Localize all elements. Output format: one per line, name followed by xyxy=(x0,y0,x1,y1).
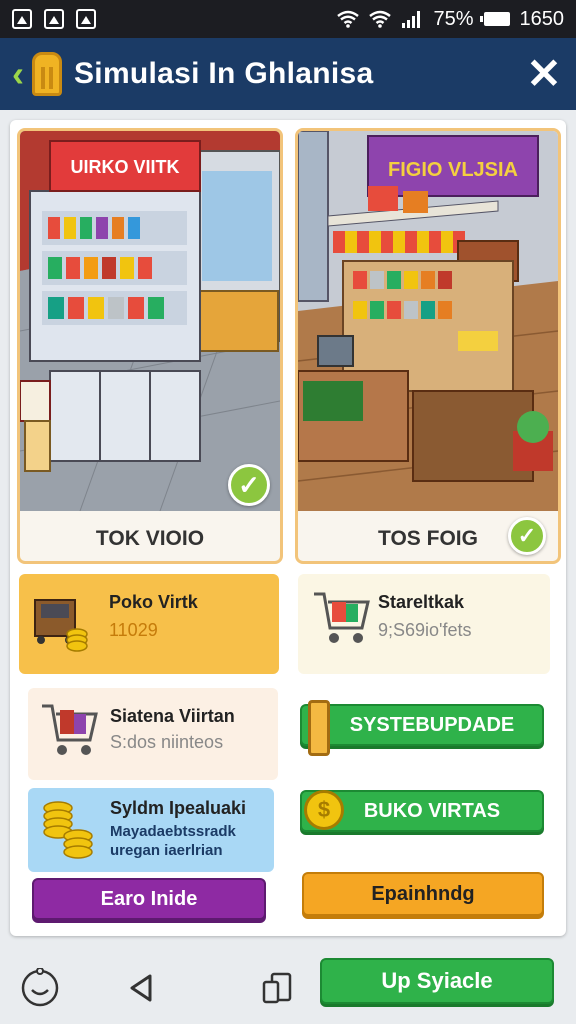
shopping-cart-icon xyxy=(314,592,370,643)
tile-poko-value: 11029 xyxy=(109,620,158,640)
close-icon[interactable]: ✕ xyxy=(524,53,564,95)
store-label-left: TOK VIOIO xyxy=(95,527,205,550)
check-icon: ✓ xyxy=(228,464,270,506)
signal-icon xyxy=(402,11,421,28)
page-title: Simulasi In Ghlanisa xyxy=(74,57,374,90)
epainhndg-label: Epainhndg xyxy=(371,882,475,905)
tile-sylom-subtitle: Mayadaebtssradk uregan iaerlrian xyxy=(110,823,236,859)
store-card-right[interactable]: FIGIO VLJSIA ✓ TOS FOIG xyxy=(295,128,561,564)
up-syiacle-button[interactable]: Up Syiacle xyxy=(320,958,554,1004)
image-icon xyxy=(44,9,64,29)
store-label-right: TOS FOIG xyxy=(378,527,478,550)
tile-starel-title: Stareltkak xyxy=(378,592,465,612)
system-nav-bar: Up Syiacle xyxy=(0,946,576,1024)
back-icon[interactable]: ‹ xyxy=(12,53,32,95)
epainhndg-button[interactable]: Epainhndg xyxy=(302,872,544,916)
store-scene-left: UIRKO VIITK xyxy=(20,131,280,511)
main-panel: UIRKO VIITK ✓ TOK VIOIO FIGIO VLJSIA ✓ T… xyxy=(10,120,566,936)
buko-virtas-label: BUKO VIRTAS xyxy=(363,799,501,822)
image-icon xyxy=(12,9,32,29)
tile-starel[interactable]: Stareltkak 9;S69io'fets xyxy=(298,574,550,674)
battery-icon xyxy=(308,700,330,756)
earo-inide-button[interactable]: Earo Inide xyxy=(32,878,266,920)
clock: 1650 xyxy=(519,7,565,30)
back-nav-icon[interactable] xyxy=(122,968,162,1008)
store-sign-left: UIRKO VIITK xyxy=(70,157,179,177)
tile-siatena-value: S:dos niinteos xyxy=(110,732,224,752)
battery-icon xyxy=(479,12,510,26)
store-sign-right: FIGIO VLJSIA xyxy=(388,159,518,181)
recent-apps-icon[interactable] xyxy=(258,968,298,1008)
store-card-left[interactable]: UIRKO VIITK ✓ TOK VIOIO xyxy=(17,128,283,564)
system-update-label: SYSTEBUPDADE xyxy=(349,713,515,736)
tile-siatena[interactable]: Siatena Viirtan S:dos niinteos xyxy=(28,688,278,780)
register-icon xyxy=(34,599,88,652)
store-scene-right: FIGIO VLJSIA xyxy=(298,131,558,511)
tile-sylom-title: Syldm Ipealuaki xyxy=(110,798,247,818)
earo-inide-label: Earo Inide xyxy=(100,887,198,910)
trash-can-icon xyxy=(32,52,62,96)
status-bar: 75% 1650 xyxy=(0,0,576,38)
coins-icon xyxy=(43,801,93,859)
app-header: ‹ Simulasi In Ghlanisa ✕ xyxy=(0,38,576,110)
tile-poko[interactable]: Poko Virtk 11029 xyxy=(19,574,279,674)
tile-starel-value: 9;S69io'fets xyxy=(378,620,472,640)
wifi-icon xyxy=(369,10,392,28)
dollar-coin-icon: $ xyxy=(304,790,344,830)
system-update-button[interactable]: SYSTEBUPDADE xyxy=(300,704,544,746)
gallery-icon xyxy=(76,9,96,29)
battery-percent: 75% xyxy=(433,7,474,30)
tile-poko-title: Poko Virtk xyxy=(109,592,198,612)
up-syiacle-label: Up Syiacle xyxy=(381,968,493,993)
tile-sylom[interactable]: Syldm Ipealuaki Mayadaebtssradk uregan i… xyxy=(28,788,274,872)
wifi-icon xyxy=(337,10,360,28)
shopping-cart-icon xyxy=(42,704,98,755)
assistant-icon[interactable] xyxy=(20,968,60,1008)
tile-siatena-title: Siatena Viirtan xyxy=(110,706,235,726)
